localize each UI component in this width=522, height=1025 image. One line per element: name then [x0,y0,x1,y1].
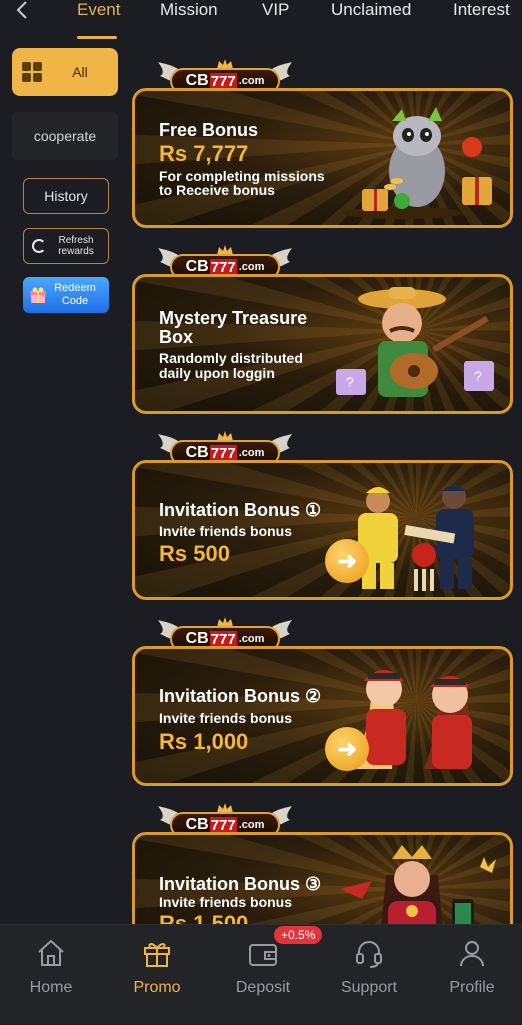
card-amount: Rs 1,000 [159,729,249,754]
svg-text:?: ? [474,368,482,384]
step-number: ① [305,500,322,520]
card-subtitle-line2: to Receive bonus [159,182,275,198]
tab-unclaimed[interactable]: Unclaimed [331,0,411,20]
card-subtitle: Invite friends bonus [159,894,293,910]
card-title-line2: Box [159,327,194,347]
logo-number: 777 [209,630,237,648]
history-button[interactable]: History [23,178,109,214]
nav-home[interactable]: Home [1,925,101,1025]
bottom-nav: Home Promo Deposit +0.5% Support Profile [0,924,522,1024]
logo-domain: .com [238,75,265,87]
raccoon-mascot-illustration [342,107,492,219]
share-arrow-button[interactable]: ➜ [325,727,369,771]
step-number: ③ [305,874,322,894]
nav-promo[interactable]: Promo [107,925,207,1025]
chevron-left-icon [16,1,27,19]
refresh-rewards-button[interactable]: Refresh rewards [23,228,109,264]
gift-icon [30,287,46,303]
tab-event[interactable]: Event [77,0,120,20]
refresh-label-line2: rewards [58,246,94,257]
logo-domain: .com [238,819,265,831]
refresh-rewards-label: Refresh rewards [58,235,94,257]
headset-icon [356,941,382,968]
tab-mission[interactable]: Mission [160,0,218,20]
logo-domain: .com [238,447,265,459]
nav-support[interactable]: Support [319,925,419,1025]
mystery-box-card[interactable]: Mystery Treasure Box Randomly distribute… [132,274,513,414]
indian-princess-illustration [340,845,496,924]
card-subtitle: Invite friends bonus [159,710,293,726]
arrow-right-icon: ➜ [336,547,358,575]
event-list: CB 777 .com Free Bonus Rs 7,777 For comple… [128,40,522,924]
nav-deposit-label: Deposit [235,979,291,996]
free-bonus-card[interactable]: Free Bonus Rs 7,777 For completing missi… [132,88,513,228]
card-subtitle-line1: Randomly distributed [159,350,303,366]
card-amount: Rs 1,500 [159,911,249,924]
gift-icon [144,943,170,967]
logo-number: 777 [209,72,237,90]
home-icon [38,939,64,966]
nav-support-label: Support [340,979,398,996]
arrow-right-icon: ➜ [336,735,358,763]
card-amount: Rs 7,777 [159,141,249,166]
logo-domain: .com [238,633,265,645]
card-subtitle-line2: daily upon loggin [159,365,275,381]
tab-interest[interactable]: Interest [453,0,510,20]
card-title: Invitation Bonus ② [159,686,322,706]
svg-text:?: ? [346,374,354,390]
nav-promo-label: Promo [133,979,181,996]
card-title: Invitation Bonus ① [159,500,322,520]
card-amount: Rs 500 [159,541,230,566]
step-number: ② [305,686,322,706]
card-title: Invitation Bonus ③ [159,874,322,894]
invitation-bonus-2-card[interactable]: Invitation Bonus ② Invite friends bonus … [132,646,513,786]
tab-vip[interactable]: VIP [262,0,289,20]
category-all-button[interactable]: All [12,48,118,96]
logo-number: 777 [209,444,237,462]
card-title: Free Bonus [159,120,259,140]
logo-number: 777 [209,816,237,834]
redeem-code-button[interactable]: Redeem Code [23,277,109,313]
nav-profile-label: Profile [449,979,495,996]
logo-number: 777 [209,258,237,276]
refresh-icon [32,239,46,253]
mariachi-guitar-illustration: ? ? [336,287,494,397]
nav-profile[interactable]: Profile [422,925,522,1025]
deposit-bonus-badge: +0.5% [274,926,323,944]
top-nav: Event Mission VIP Unclaimed Interest [0,0,522,40]
wallet-icon [249,944,277,966]
nav-home-label: Home [29,979,73,996]
category-cooperate-button[interactable]: cooperate [12,112,118,160]
card-title: Mystery Treasure [159,308,308,328]
redeem-label-line1: Redeem [54,282,96,294]
invitation-bonus-3-card[interactable]: Invitation Bonus ③ Invite friends bonus … [132,832,513,924]
share-arrow-button[interactable]: ➜ [325,539,369,583]
back-button[interactable] [10,0,34,20]
redeem-code-label: Redeem Code [49,282,101,308]
invitation-bonus-1-card[interactable]: Invitation Bonus ① Invite friends bonus … [132,460,513,600]
logo-domain: .com [238,261,265,273]
user-icon [460,941,484,967]
refresh-label-line1: Refresh [58,235,94,246]
card-subtitle: Invite friends bonus [159,523,293,539]
redeem-label-line2: Code [61,295,89,307]
active-tab-indicator [77,36,117,39]
category-all-label: All [72,64,88,80]
